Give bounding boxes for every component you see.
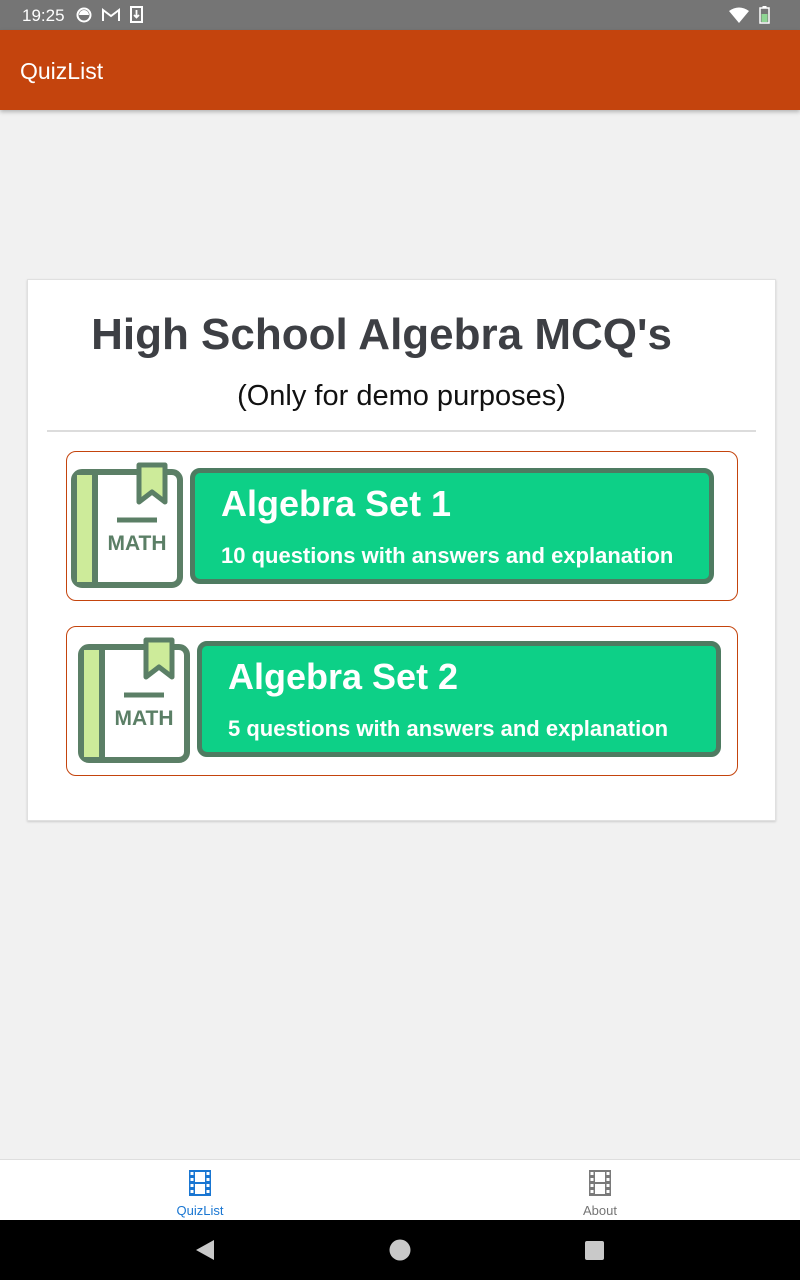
quiz-name: Algebra Set 1: [221, 483, 452, 524]
status-bar: 19:25: [0, 0, 800, 30]
battery-icon: [759, 6, 770, 24]
math-book-icon: MATH: [78, 637, 190, 763]
card-subtitle: (Only for demo purposes): [237, 380, 566, 412]
math-book-icon: MATH: [71, 462, 183, 588]
math-book-label: MATH: [107, 532, 166, 555]
quiz-description: 10 questions with answers and explanatio…: [221, 543, 674, 568]
quiz-panel[interactable]: Algebra Set 1 10 questions with answers …: [190, 468, 714, 584]
quiz-list-card: High School Algebra MCQ's (Only for demo…: [27, 279, 776, 821]
app-bar: QuizList: [0, 30, 800, 110]
nav-label: About: [583, 1203, 617, 1218]
nav-tab-quizlist[interactable]: QuizList: [0, 1160, 400, 1221]
sync-icon: [76, 7, 92, 22]
math-book-label: MATH: [114, 707, 173, 730]
film-icon: [189, 1170, 211, 1196]
nav-label: QuizList: [176, 1203, 224, 1218]
status-time: 19:25: [22, 6, 65, 25]
download-icon: [130, 6, 143, 23]
bottom-nav: QuizList About: [0, 1159, 800, 1221]
quiz-item-algebra-set-2[interactable]: MATH Algebra Set 2 5 questions with answ…: [66, 626, 738, 776]
back-button[interactable]: [194, 1239, 216, 1261]
system-nav-bar: [0, 1220, 800, 1280]
recents-button[interactable]: [585, 1241, 604, 1260]
quiz-description: 5 questions with answers and explanation: [228, 716, 669, 741]
film-icon: [589, 1170, 611, 1196]
status-icons-left: [76, 6, 143, 23]
divider: [47, 430, 756, 432]
wifi-icon: [729, 7, 749, 23]
nav-tab-about[interactable]: About: [400, 1160, 800, 1221]
app-title: QuizList: [20, 58, 104, 84]
status-icons-right: [729, 6, 770, 24]
card-title: High School Algebra MCQ's: [91, 310, 672, 359]
quiz-name: Algebra Set 2: [228, 656, 459, 697]
quiz-panel[interactable]: Algebra Set 2 5 questions with answers a…: [197, 641, 721, 757]
quiz-item-algebra-set-1[interactable]: MATH Algebra Set 1 10 questions with ans…: [66, 451, 738, 601]
gmail-icon: [102, 7, 120, 21]
home-button[interactable]: [389, 1239, 411, 1261]
